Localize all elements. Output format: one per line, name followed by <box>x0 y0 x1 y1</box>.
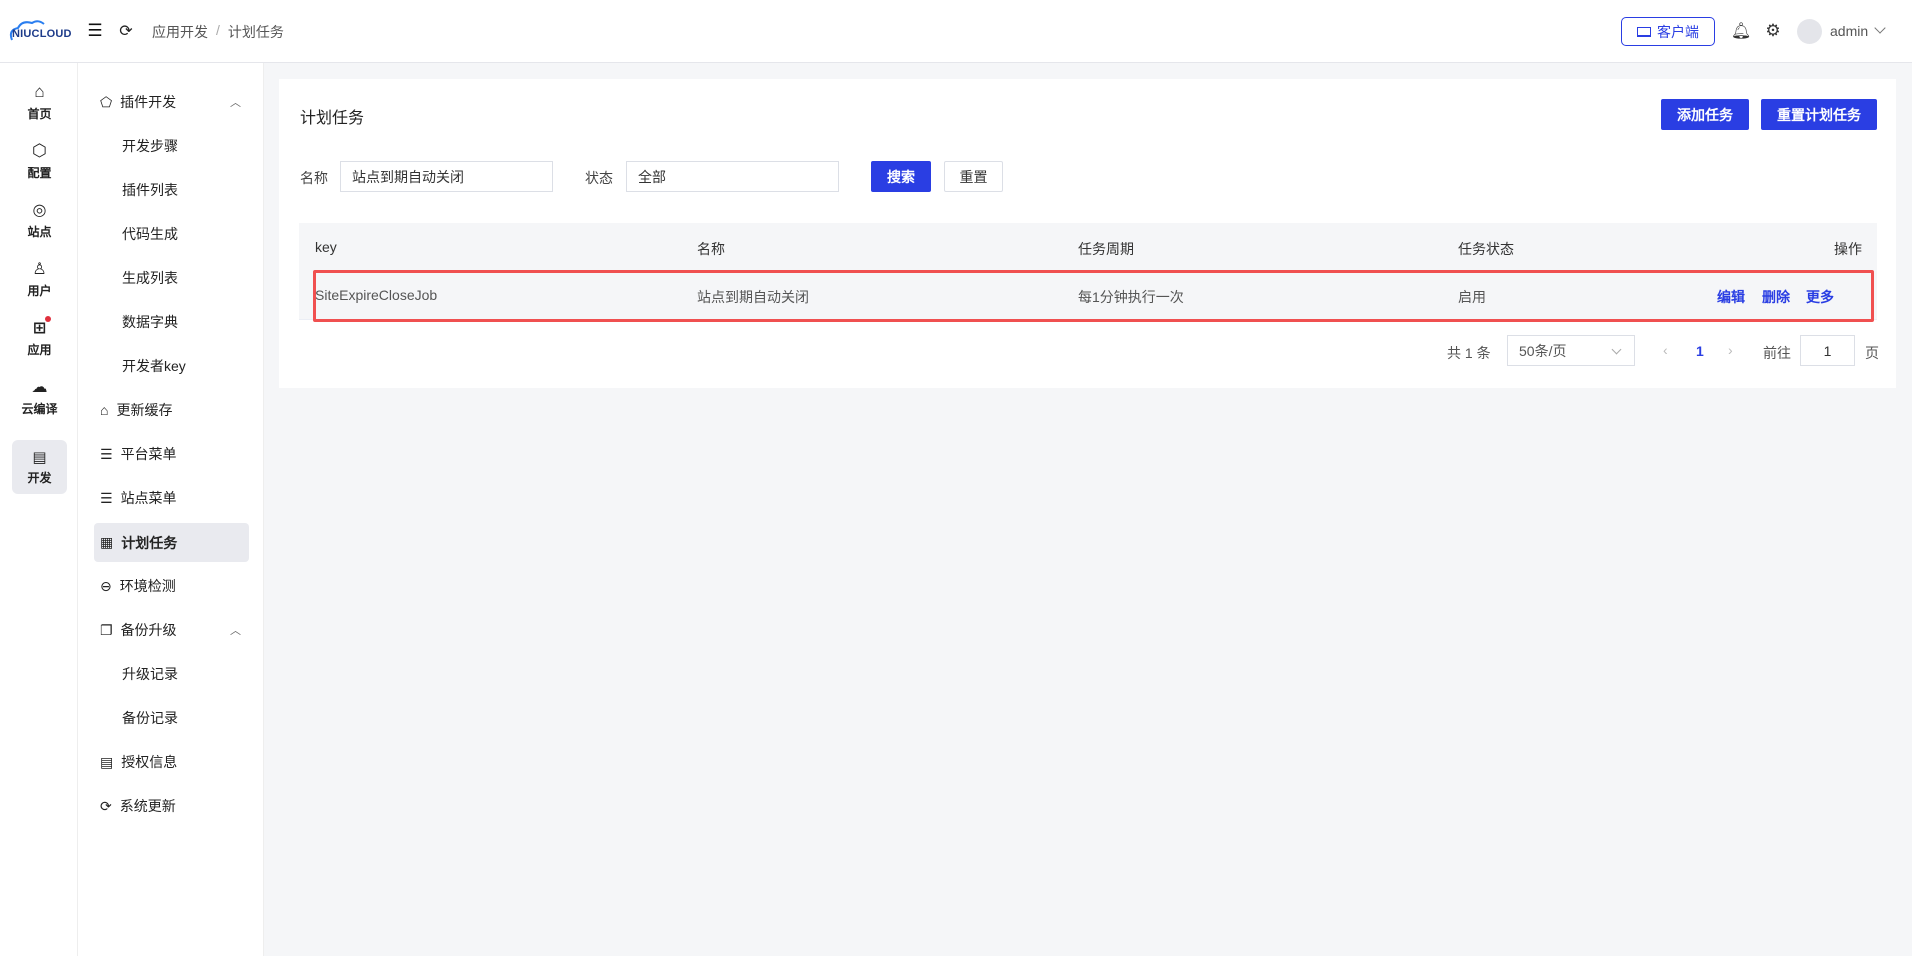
apps-icon: ⊞ <box>33 316 52 338</box>
breadcrumb: 应用开发 / 计划任务 <box>152 22 284 42</box>
sidebar-item-cron[interactable]: ▦ 计划任务 <box>94 523 249 562</box>
sidebar-item-plugin-dev[interactable]: ⬠ 插件开发 ︿ <box>94 83 249 121</box>
rail-item-cloud[interactable]: ☁︎ 云编译 <box>12 370 67 424</box>
chevron-down-icon <box>1611 344 1622 355</box>
sidebar-item-env-check[interactable]: ⊖ 环境检测 <box>94 567 249 605</box>
home-icon: ⌂ <box>34 82 45 101</box>
code-window-icon: ▤ <box>32 449 47 466</box>
list-icon: ☰ <box>100 489 113 506</box>
rail-item-dev[interactable]: ▤ 开发 <box>12 440 67 494</box>
sidebar-item-plugin-list[interactable]: 插件列表 <box>94 171 249 209</box>
breadcrumb-item: 计划任务 <box>227 24 284 40</box>
user-icon: ♙ <box>32 261 47 278</box>
highlight-box <box>313 270 1874 322</box>
list-icon: ☰ <box>100 445 113 462</box>
bell-icon[interactable]: 🔔︎ <box>1731 21 1751 41</box>
sidebar-item-upgrade-log[interactable]: 升级记录 <box>94 655 249 693</box>
location-icon: ◎ <box>32 202 47 219</box>
sidebar-item-dict[interactable]: 数据字典 <box>94 303 249 341</box>
page-number[interactable]: 1 <box>1696 343 1704 359</box>
chevron-down-icon[interactable] <box>1874 22 1886 34</box>
chevron-up-icon: ︿ <box>230 97 241 109</box>
column-header-name: 名称 <box>697 241 725 257</box>
goto-page-input[interactable]: 1 <box>1800 335 1855 366</box>
doc-icon: ▤ <box>100 753 114 770</box>
sidebar-item-backup[interactable]: ❐ 备份升级 ︿ <box>94 611 249 649</box>
menu-fold-icon[interactable]: ☰ <box>86 21 104 40</box>
avatar[interactable] <box>1797 19 1822 44</box>
name-filter-label: 名称 <box>300 170 328 186</box>
rail-item-config[interactable]: ⬡ 配置 <box>12 134 67 188</box>
client-button[interactable]: 客户端 <box>1621 17 1715 46</box>
search-button[interactable]: 搜索 <box>871 161 931 192</box>
sidebar-item-platform-menu[interactable]: ☰ 平台菜单 <box>94 435 249 473</box>
reset-tasks-button[interactable]: 重置计划任务 <box>1761 99 1877 130</box>
sidebar-item-license[interactable]: ▤ 授权信息 <box>94 743 249 781</box>
breadcrumb-item[interactable]: 应用开发 <box>152 22 208 42</box>
logo[interactable]: NIUCLOUD <box>6 18 76 46</box>
check-icon: ⊖ <box>100 577 112 594</box>
column-header-actions: 操作 <box>1834 241 1862 257</box>
settings-hex-icon: ⬡ <box>32 141 47 160</box>
pagination-total: 共 1 条 <box>1447 345 1491 361</box>
calendar-icon: ▦ <box>100 534 114 550</box>
refresh-icon[interactable]: ⟳ <box>117 22 135 40</box>
cache-icon: ⌂ <box>100 402 109 418</box>
name-filter-input[interactable]: 站点到期自动关闭 <box>340 161 553 192</box>
next-page-button[interactable]: › <box>1728 342 1733 358</box>
page-suffix: 页 <box>1865 345 1879 361</box>
sidebar-item-backup-log[interactable]: 备份记录 <box>94 699 249 737</box>
rail-item-apps[interactable]: ⊞ 应用 <box>12 311 67 365</box>
chevron-up-icon: ︿ <box>230 625 241 637</box>
page-size-select[interactable]: 50条/页 <box>1507 335 1635 366</box>
cloud-icon: ☁︎ <box>31 379 48 396</box>
sidebar-item-cache[interactable]: ⌂ 更新缓存 <box>94 391 249 429</box>
gear-icon[interactable]: ⚙ <box>1764 21 1782 41</box>
app-rail: ⌂ 首页 ⬡ 配置 ◎ 站点 ♙ 用户 ⊞ 应用 ☁︎ 云编译 ▤ 开发 <box>0 63 78 956</box>
laptop-icon <box>1637 26 1651 37</box>
add-task-button[interactable]: 添加任务 <box>1661 99 1749 130</box>
column-header-key: key <box>315 239 337 255</box>
sidebar-item-code-gen[interactable]: 代码生成 <box>94 215 249 253</box>
rail-item-site[interactable]: ◎ 站点 <box>12 193 67 247</box>
sidebar-item-dev-key[interactable]: 开发者key <box>94 347 249 385</box>
refresh-icon: ⟳ <box>100 797 112 814</box>
plugin-icon: ⬠ <box>100 93 113 110</box>
goto-label: 前往 <box>1763 345 1791 361</box>
sidebar-item-dev-steps[interactable]: 开发步骤 <box>94 127 249 165</box>
reset-button[interactable]: 重置 <box>944 161 1003 192</box>
sidebar: ⬠ 插件开发 ︿ 开发步骤 插件列表 代码生成 生成列表 数据字典 开发者key ⌂… <box>78 63 264 956</box>
breadcrumb-separator: / <box>216 22 220 38</box>
status-filter-label: 状态 <box>585 170 613 186</box>
notification-dot <box>45 316 52 322</box>
column-header-status: 任务状态 <box>1458 241 1514 257</box>
column-header-period: 任务周期 <box>1078 241 1134 257</box>
rail-item-home[interactable]: ⌂ 首页 <box>12 75 67 129</box>
sidebar-item-site-menu[interactable]: ☰ 站点菜单 <box>94 479 249 517</box>
prev-page-button[interactable]: ‹ <box>1663 342 1668 358</box>
rail-item-user[interactable]: ♙ 用户 <box>12 252 67 306</box>
status-filter-select[interactable]: 全部 <box>626 161 839 192</box>
user-name[interactable]: admin <box>1830 23 1868 39</box>
page-title: 计划任务 <box>300 110 365 127</box>
copy-icon: ❐ <box>100 621 113 638</box>
sidebar-item-system-update[interactable]: ⟳ 系统更新 <box>94 787 249 825</box>
top-header: NIUCLOUD ☰ ⟳ 应用开发 / 计划任务 客户端 🔔︎ ⚙ admin <box>0 0 1912 63</box>
sidebar-item-gen-list[interactable]: 生成列表 <box>94 259 249 297</box>
